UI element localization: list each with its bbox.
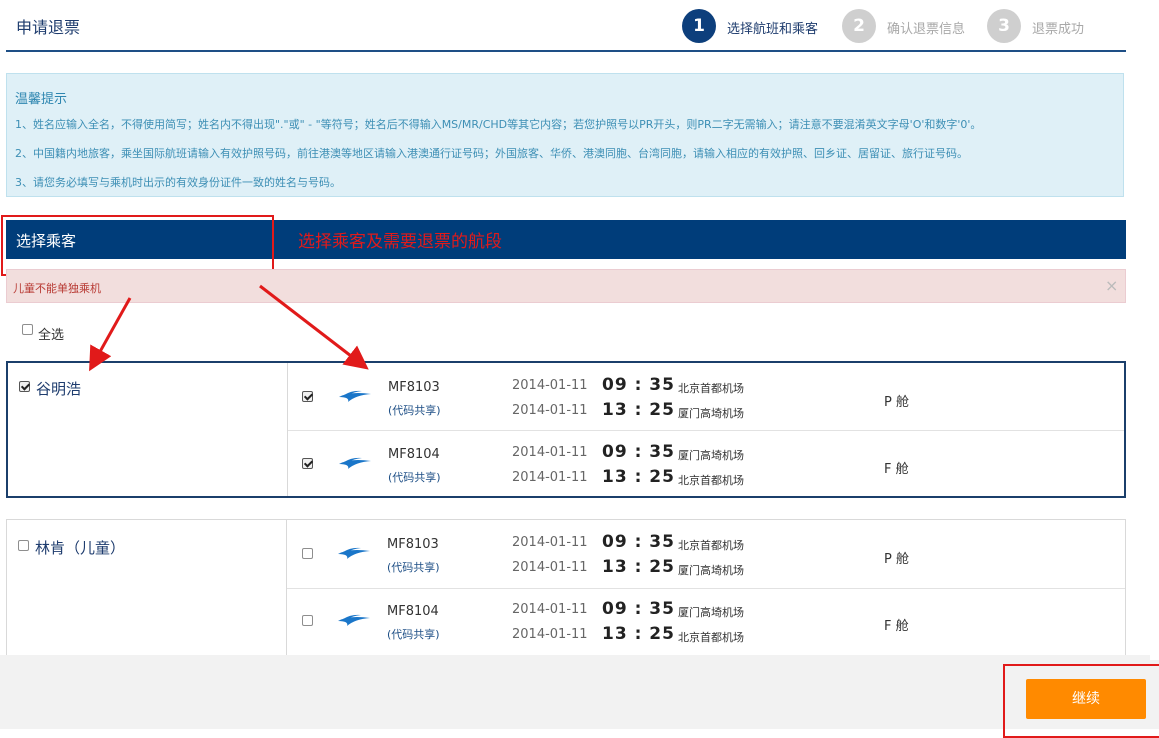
arrow-to-passenger [89, 297, 132, 372]
arrow-to-flight [259, 284, 369, 370]
annotation-arrows [89, 284, 369, 372]
